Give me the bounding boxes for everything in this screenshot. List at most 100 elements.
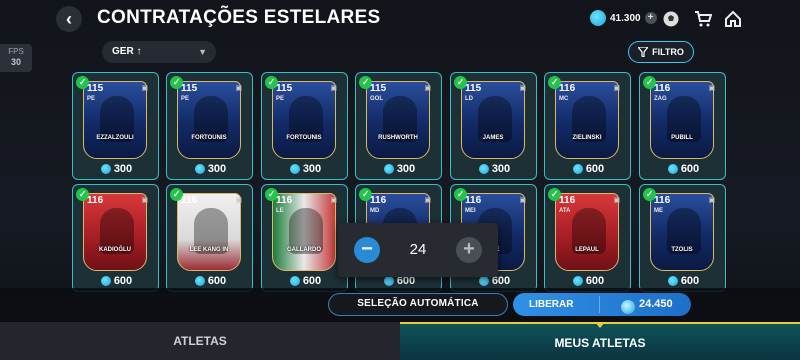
card-price: 300 (262, 163, 349, 175)
card-rating: 115 (370, 83, 387, 94)
player-card[interactable]: ✓ 116 ME ▣ TZOLIS 600 (639, 184, 726, 292)
fps-label: FPS (8, 47, 24, 56)
card-price: 600 (73, 275, 160, 287)
card-price: 300 (73, 163, 160, 175)
filter-label: FILTRO (652, 47, 684, 57)
coin-icon (572, 164, 583, 174)
card-price-value: 600 (585, 275, 605, 287)
card-position: MC (559, 96, 569, 102)
card-player-name: TZOLIS (671, 247, 693, 253)
home-icon[interactable] (722, 8, 744, 30)
card-position: LE (276, 208, 284, 214)
player-card[interactable]: ✓ 116 MC ▣ ZIELINSKI 600 (544, 72, 631, 180)
sort-label: GER ↑ (112, 46, 142, 57)
coin-icon (289, 164, 300, 174)
card-price-value: 600 (680, 163, 700, 175)
chevron-down-icon: ▼ (198, 47, 207, 57)
coin-icon (572, 276, 583, 286)
filter-button[interactable]: FILTRO (628, 41, 694, 63)
card-player-name: GALLARDO (287, 247, 321, 253)
card-player-name: FORTOUNIS (286, 135, 322, 141)
card-position: PE (181, 96, 190, 102)
card-player-name: LEE KANG IN (189, 247, 229, 253)
player-card[interactable]: ✓ 115 PE ▣ FORTOUNIS 300 (166, 72, 253, 180)
auto-select-button[interactable]: SELEÇÃO AUTOMÁTICA (328, 293, 508, 316)
coin-icon (383, 276, 394, 286)
coin-icon (100, 164, 111, 174)
bottom-tabs: ATLETAS MEUS ATLETAS (0, 322, 800, 360)
lock-icon: ▣ (424, 85, 431, 92)
tab-athletes[interactable]: ATLETAS (0, 322, 400, 360)
card-price-value: 300 (207, 163, 227, 175)
sort-dropdown[interactable]: GER ↑ ▼ (102, 41, 216, 63)
card-price-value: 300 (113, 163, 133, 175)
player-card[interactable]: ✓ 116 ATA ▣ LEPAUL 600 (544, 184, 631, 292)
card-rating: 116 (370, 195, 387, 206)
card-rating: 116 (559, 83, 576, 94)
coin-balance: 41.300 + (590, 10, 657, 26)
tab-indicator-icon (595, 322, 605, 328)
release-amount-value: 24.450 (639, 298, 673, 310)
card-price-value: 600 (302, 275, 322, 287)
shopping-cart-icon[interactable] (692, 8, 714, 30)
card-price-value: 300 (491, 163, 511, 175)
coin-amount: 41.300 (610, 12, 641, 24)
fps-value: 30 (10, 57, 21, 67)
fps-counter: FPS 30 (0, 44, 32, 72)
minus-button[interactable]: − (354, 237, 380, 263)
player-card[interactable]: ✓ 116 ▣ KADIOĞLU 600 (72, 184, 159, 292)
card-player-name: KADIOĞLU (99, 247, 131, 253)
release-button[interactable]: LIBERAR 24.450 (513, 293, 691, 316)
card-rating: 115 (276, 83, 293, 94)
card-player-name: LEPAUL (575, 247, 599, 253)
soccer-ball-icon[interactable] (660, 8, 682, 30)
card-price: 600 (167, 275, 254, 287)
quantity-stepper: − 24 + (338, 223, 498, 277)
card-price-value: 300 (302, 163, 322, 175)
tab-my-athletes[interactable]: MEUS ATLETAS (400, 322, 800, 360)
card-position: ME (654, 208, 663, 214)
player-card[interactable]: ✓ 116 ZAG ▣ PUBILL 600 (639, 72, 726, 180)
card-price-value: 600 (585, 163, 605, 175)
player-card[interactable]: ✓ 115 LD ▣ JAMES 300 (450, 72, 537, 180)
back-button[interactable]: ‹ (56, 6, 82, 32)
player-card[interactable]: ✓ 116 PD ▣ LEE KANG IN 600 (166, 184, 253, 292)
player-card[interactable]: ✓ 115 PE ▣ FORTOUNIS 300 (261, 72, 348, 180)
player-card[interactable]: ✓ 115 GOL ▣ RUSHWORTH 300 (355, 72, 442, 180)
card-player-name: ZIELINSKI (572, 135, 602, 141)
card-price-value: 300 (396, 163, 416, 175)
card-rating: 116 (181, 195, 198, 206)
player-card[interactable]: ✓ 116 LE ▣ GALLARDO 600 (261, 184, 348, 292)
card-position: GOL (370, 96, 383, 102)
coin-icon (100, 276, 111, 286)
add-coins-button[interactable]: + (644, 12, 657, 24)
chevron-left-icon: ‹ (66, 8, 72, 29)
card-position: PD (181, 208, 190, 214)
coin-icon (667, 276, 678, 286)
lock-icon: ▣ (235, 197, 242, 204)
coin-icon (667, 164, 678, 174)
card-position: PE (87, 96, 96, 102)
plus-button[interactable]: + (456, 237, 482, 263)
player-grid: ✓ 115 PE ▣ EZZALZOULI 300 ✓ 115 PE ▣ FORTOUNIS 300 ✓… (72, 72, 732, 322)
card-position: ATA (559, 208, 571, 214)
card-rating: 116 (559, 195, 576, 206)
coin-icon (194, 276, 205, 286)
divider (599, 296, 600, 313)
card-rating: 116 (654, 83, 671, 94)
card-price: 600 (545, 163, 632, 175)
player-card[interactable]: ✓ 115 PE ▣ EZZALZOULI 300 (72, 72, 159, 180)
card-position: ZAG (654, 96, 667, 102)
card-player-name: EZZALZOULI (96, 135, 134, 141)
card-price-value: 600 (207, 275, 227, 287)
top-bar: ‹ CONTRATAÇÕES ESTELARES 41.300 + (0, 0, 800, 40)
coin-icon (289, 276, 300, 286)
card-player-name: JAMES (482, 135, 504, 141)
card-price: 300 (167, 163, 254, 175)
coin-icon (383, 164, 394, 174)
lock-icon: ▣ (141, 197, 148, 204)
lock-icon: ▣ (330, 197, 337, 204)
card-price-value: 600 (113, 275, 133, 287)
card-position: PE (276, 96, 285, 102)
card-rating: 115 (181, 83, 198, 94)
